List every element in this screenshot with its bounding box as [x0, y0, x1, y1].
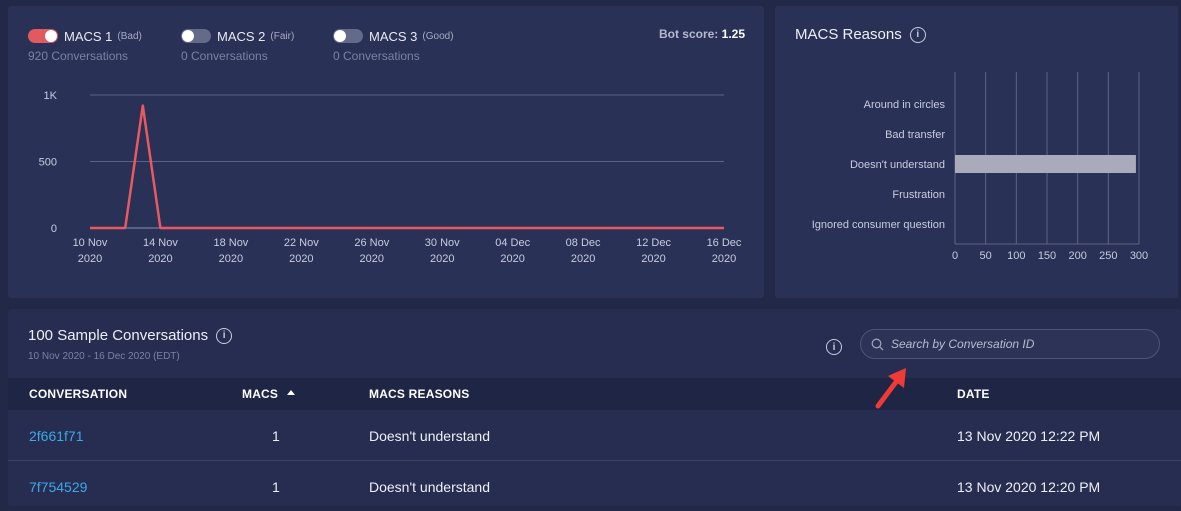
x-tick-label: 2020	[148, 253, 172, 265]
info-icon[interactable]: i	[216, 327, 233, 344]
sample-conversations-panel: 100 Sample Conversations i 10 Nov 2020 -…	[8, 309, 1181, 506]
x-tick-label: 2020	[289, 253, 313, 265]
column-header-macs-label: MACS	[242, 387, 279, 401]
x-tick-label: 10 Nov	[73, 237, 108, 249]
x-tick-label: 250	[1099, 250, 1117, 262]
x-tick-label: 2020	[500, 253, 524, 265]
table-title-text: 100 Sample Conversations	[28, 327, 209, 344]
x-tick-label: 12 Dec	[636, 237, 671, 249]
date-range: 10 Nov 2020 - 16 Dec 2020 (EDT)	[28, 351, 180, 362]
x-tick-label: 08 Dec	[566, 237, 601, 249]
category-label: Frustration	[892, 189, 945, 201]
x-tick-label: 2020	[571, 253, 595, 265]
series-line-macs1	[90, 104, 724, 230]
macs-value: 1	[272, 479, 280, 495]
x-tick-label: 2020	[78, 253, 102, 265]
x-tick-label: 150	[1038, 250, 1056, 262]
table-row[interactable]: 7f754529 1 Doesn't understand 13 Nov 202…	[8, 461, 1181, 511]
x-tick-label: 2020	[360, 253, 384, 265]
x-tick-label: 50	[980, 250, 992, 262]
conversation-volume-panel: MACS 1 (Bad) 920 Conversations MACS 2 (F…	[8, 6, 764, 298]
conversation-id-link[interactable]: 7f754529	[29, 479, 87, 495]
x-tick-label: 2020	[712, 253, 736, 265]
bar-doesn-t-understand	[955, 155, 1136, 173]
search-icon	[871, 338, 884, 351]
x-tick-label: 2020	[641, 253, 665, 265]
x-tick-label: 04 Dec	[495, 237, 530, 249]
x-tick-label: 26 Nov	[354, 237, 389, 249]
column-header-conversation[interactable]: CONVERSATION	[29, 387, 127, 401]
sort-ascending-icon	[286, 390, 295, 395]
column-header-macs-reasons[interactable]: MACS REASONS	[369, 387, 469, 401]
x-tick-label: 16 Dec	[707, 237, 742, 249]
y-tick-label: 0	[51, 223, 57, 235]
conversation-id-link[interactable]: 2f661f71	[29, 428, 84, 444]
macs-reasons-panel: MACS Reasons i 0 50 100 150 200 250 300 Around …	[775, 6, 1178, 298]
column-header-macs[interactable]: MACS	[242, 387, 296, 401]
category-label: Around in circles	[864, 99, 946, 111]
x-tick-label: 14 Nov	[143, 237, 178, 249]
x-tick-label: 0	[952, 250, 958, 262]
search-input[interactable]	[891, 337, 1141, 351]
x-tick-label: 100	[1007, 250, 1025, 262]
annotation-arrow	[875, 368, 906, 409]
search-box[interactable]	[860, 329, 1160, 359]
table-row[interactable]: 2f661f71 1 Doesn't understand 13 Nov 202…	[8, 410, 1181, 461]
bar-chart: 0 50 100 150 200 250 300 Around in circles Bad t…	[812, 72, 1148, 262]
category-label: Doesn't understand	[850, 159, 945, 171]
table-title: 100 Sample Conversations i	[28, 327, 233, 344]
y-tick-label: 500	[39, 157, 57, 169]
x-tick-label: 200	[1068, 250, 1086, 262]
macs-reason: Doesn't understand	[369, 479, 490, 495]
x-tick-label: 2020	[430, 253, 454, 265]
x-tick-label: 18 Nov	[213, 237, 248, 249]
x-tick-label: 22 Nov	[284, 237, 319, 249]
search-info-icon[interactable]: i	[826, 339, 842, 355]
y-tick-label: 1K	[44, 90, 58, 102]
conversation-date: 13 Nov 2020 12:22 PM	[957, 428, 1101, 444]
column-header-date[interactable]: DATE	[957, 387, 990, 401]
table-header: CONVERSATION MACS MACS REASONS DATE	[8, 378, 1181, 410]
x-tick-label: 2020	[219, 253, 243, 265]
line-chart: 0 500 1K 10 Nov 2020 14 Nov 2020 18 Nov 2020 22 N…	[39, 90, 742, 265]
macs-reason: Doesn't understand	[369, 428, 490, 444]
x-tick-label: 300	[1130, 250, 1148, 262]
category-label: Bad transfer	[885, 129, 945, 141]
category-label: Ignored consumer question	[812, 219, 945, 231]
macs-value: 1	[272, 428, 280, 444]
conversation-date: 13 Nov 2020 12:20 PM	[957, 479, 1101, 495]
x-tick-label: 30 Nov	[425, 237, 460, 249]
